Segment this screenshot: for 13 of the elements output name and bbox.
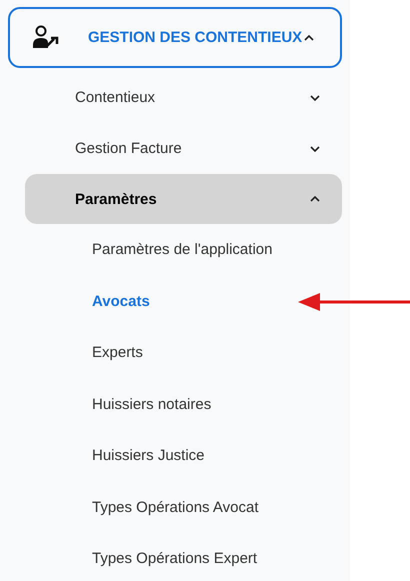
menu-header[interactable]: GESTION DES CONTENTIEUX <box>8 7 342 68</box>
menu-item[interactable]: Paramètres <box>25 174 342 224</box>
menu-title: GESTION DES CONTENTIEUX <box>88 29 302 46</box>
submenu-item[interactable]: Huissiers Justice <box>25 430 350 482</box>
submenu-item[interactable]: Experts <box>25 327 350 378</box>
person-icon <box>32 24 60 50</box>
submenu-item[interactable]: Huissiers notaires <box>25 378 350 430</box>
menu-item[interactable]: Gestion Facture <box>25 123 342 174</box>
submenu-item[interactable]: Paramètres de l'application <box>25 224 350 276</box>
menu-item[interactable]: Contentieux <box>25 72 342 123</box>
submenu-item[interactable]: Types Opérations Avocat <box>25 482 350 533</box>
submenu-item[interactable]: Avocats <box>25 276 350 327</box>
submenu-item[interactable]: Types Opérations Expert <box>25 533 350 581</box>
